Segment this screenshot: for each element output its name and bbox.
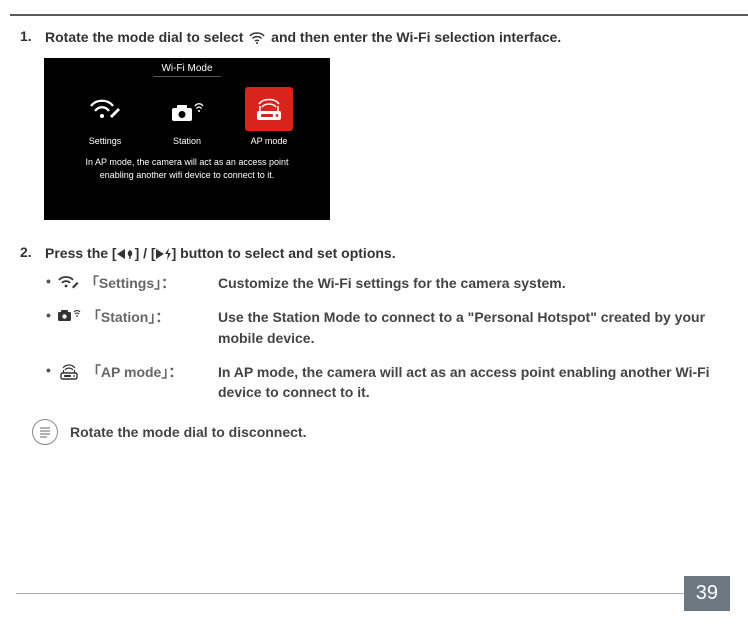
mockup-items-row: Settings Station	[44, 77, 330, 146]
option-settings-label: 「Settings」：	[85, 273, 175, 293]
step-1-text-after: and then enter the Wi-Fi selection inter…	[271, 29, 561, 45]
top-rule	[10, 14, 748, 16]
settings-wifi-icon	[57, 273, 79, 291]
step-1: 1. Rotate the mode dial to select and th…	[20, 28, 718, 48]
step-2: 2. Press the [] / [] button to select an…	[20, 244, 718, 264]
mockup-item-label-settings: Settings	[89, 136, 122, 146]
option-apmode-desc: In AP mode, the camera will act as an ac…	[218, 362, 718, 403]
mockup-description: In AP mode, the camera will act as an ac…	[44, 146, 330, 183]
wifi-icon	[249, 31, 265, 45]
bullet-icon: •	[46, 362, 51, 378]
settings-wifi-icon	[81, 87, 129, 131]
step-1-text: Rotate the mode dial to select and then …	[45, 28, 561, 48]
wifi-mode-screenshot: Wi-Fi Mode Settings	[44, 58, 330, 220]
bullet-icon: •	[46, 307, 51, 323]
page-number: 39	[684, 576, 730, 611]
step-2-text: Press the [] / [] button to select and s…	[45, 244, 396, 264]
step-1-text-before: Rotate the mode dial to select	[45, 29, 247, 45]
mockup-desc-line1: In AP mode, the camera will act as an ac…	[74, 156, 300, 170]
mockup-title: Wi-Fi Mode	[153, 63, 220, 77]
left-arrow-icon	[117, 249, 125, 259]
flash-icon	[164, 248, 172, 260]
mockup-item-apmode: AP mode	[228, 87, 310, 146]
mockup-desc-line2: enabling another wifi device to connect …	[74, 169, 300, 183]
note-row: Rotate the mode dial to disconnect.	[32, 419, 718, 445]
option-apmode-label: 「AP mode」：	[87, 362, 182, 382]
footer-rule	[16, 593, 684, 594]
station-camera-icon	[57, 307, 81, 323]
step-1-number: 1.	[20, 28, 36, 44]
option-station-label: 「Station」：	[87, 307, 169, 327]
mockup-item-station: Station	[146, 87, 228, 146]
bullet-icon: •	[46, 273, 51, 289]
note-icon	[32, 419, 58, 445]
option-list: • 「Settings」： Customize the Wi-Fi settin…	[46, 273, 718, 402]
mockup-item-settings: Settings	[64, 87, 146, 146]
router-icon	[57, 362, 81, 380]
mockup-title-wrap: Wi-Fi Mode	[44, 58, 330, 77]
option-apmode: • 「AP mode」：	[46, 362, 206, 403]
page-footer: 39	[16, 576, 730, 611]
router-icon	[245, 87, 293, 131]
option-station-desc: Use the Station Mode to connect to a "Pe…	[218, 307, 718, 348]
option-station: • 「Station」：	[46, 307, 206, 348]
macro-icon	[125, 249, 135, 259]
manual-page: 1. Rotate the mode dial to select and th…	[0, 0, 748, 445]
note-text: Rotate the mode dial to disconnect.	[70, 424, 306, 440]
mockup-item-label-apmode: AP mode	[251, 136, 288, 146]
station-camera-icon	[163, 87, 211, 131]
option-settings: • 「Settings」：	[46, 273, 206, 293]
option-settings-desc: Customize the Wi-Fi settings for the cam…	[218, 273, 718, 293]
mockup-item-label-station: Station	[173, 136, 201, 146]
step-2-number: 2.	[20, 244, 36, 260]
right-arrow-icon	[156, 249, 164, 259]
